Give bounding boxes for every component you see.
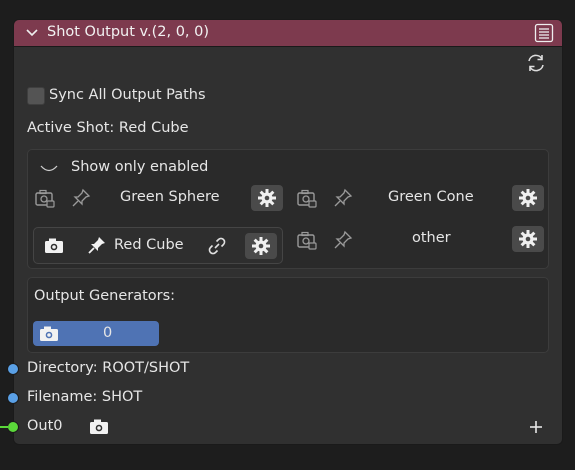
menu-icon[interactable]: [534, 23, 554, 43]
sync-output-paths-checkbox[interactable]: [27, 87, 45, 105]
out0-socket[interactable]: [7, 421, 19, 433]
node-header[interactable]: Shot Output v.(2, 0, 0): [14, 20, 562, 47]
camera-icon: [38, 323, 60, 345]
shot-output-node[interactable]: Shot Output v.(2, 0, 0) Sync All Output …: [0, 19, 563, 445]
output-generators-field[interactable]: 0: [33, 321, 159, 346]
filename-label: Filename: SHOT: [27, 389, 143, 405]
camera-icon[interactable]: [43, 235, 65, 257]
show-only-enabled-icon[interactable]: [38, 162, 60, 180]
gear-icon[interactable]: [512, 226, 544, 252]
sync-label: Sync All Output Paths: [49, 87, 206, 103]
gear-icon[interactable]: [245, 233, 277, 259]
gear-icon[interactable]: [512, 185, 544, 211]
shot-name-red-cube[interactable]: Red Cube: [114, 237, 184, 253]
output-generators-label: Output Generators:: [34, 288, 176, 304]
link-icon[interactable]: [206, 235, 228, 257]
show-only-enabled-label: Show only enabled: [71, 159, 209, 175]
out0-label: Out0: [27, 418, 63, 434]
output-generators-value: 0: [103, 325, 113, 341]
pin-icon[interactable]: [332, 229, 354, 251]
directory-socket[interactable]: [7, 363, 19, 375]
output-generators-panel: Output Generators: 0: [27, 277, 549, 353]
shot-name-green-cone[interactable]: Green Cone: [388, 189, 474, 205]
plus-icon[interactable]: [526, 417, 548, 439]
node-title: Shot Output v.(2, 0, 0): [47, 24, 210, 40]
directory-label: Directory: ROOT/SHOT: [27, 360, 190, 376]
camera-icon[interactable]: [88, 416, 110, 438]
camera-icon[interactable]: [296, 229, 318, 251]
camera-icon[interactable]: [296, 187, 318, 209]
active-shot-label: Active Shot: Red Cube: [27, 120, 189, 136]
pin-icon[interactable]: [332, 187, 354, 209]
pin-icon[interactable]: [86, 234, 108, 256]
active-shot-row[interactable]: Red Cube: [33, 227, 283, 264]
camera-icon[interactable]: [34, 187, 56, 209]
shot-name-other[interactable]: other: [412, 230, 451, 246]
shot-name-green-sphere[interactable]: Green Sphere: [120, 189, 220, 205]
filename-socket[interactable]: [7, 392, 19, 404]
chevron-down-icon[interactable]: [25, 26, 39, 44]
out0-link: [0, 426, 8, 428]
refresh-icon[interactable]: [525, 52, 547, 74]
shots-panel: Show only enabled Green Sphere Green Con…: [27, 149, 549, 269]
pin-icon[interactable]: [70, 187, 92, 209]
gear-icon[interactable]: [251, 185, 283, 211]
